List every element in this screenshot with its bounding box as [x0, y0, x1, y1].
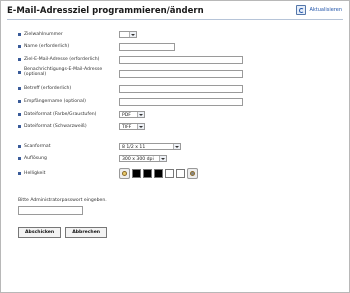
name-input[interactable] — [119, 43, 175, 51]
name-label: Name (erforderlich) — [24, 44, 70, 49]
bullet-icon — [18, 113, 21, 117]
ziel-email-input[interactable] — [119, 56, 243, 64]
admin-password-label: Bitte Administratorpasswort eingeben. — [18, 198, 107, 203]
zielwahlnummer-select[interactable] — [119, 31, 137, 38]
scanformat-label: Scanformat — [24, 144, 51, 149]
action-buttons: Abschicken Abbrechen — [18, 227, 108, 238]
betreff-input[interactable] — [119, 85, 243, 93]
empfaengername-input[interactable] — [119, 98, 243, 106]
brightness-level-1[interactable] — [132, 169, 141, 178]
brightness-increase-icon[interactable] — [187, 168, 198, 179]
bullet-icon — [18, 45, 21, 49]
brightness-decrease-icon[interactable] — [119, 168, 130, 179]
cancel-button[interactable]: Abbrechen — [65, 227, 108, 238]
helligkeit-label: Helligkeit — [24, 171, 46, 176]
benachrichtigungs-email-input[interactable] — [119, 70, 243, 78]
row-dateiformat-sw: Dateiformat (Schwarzweiß) — [18, 124, 121, 129]
row-empfaengername: Empfängername (optional) — [18, 99, 121, 104]
dateiformat-sw-label: Dateiformat (Schwarzweiß) — [24, 124, 87, 129]
bullet-icon — [18, 145, 21, 149]
bullet-icon — [18, 100, 21, 104]
row-scanformat: Scanformat — [18, 144, 121, 149]
brightness-level-5[interactable] — [176, 169, 185, 178]
dateiformat-farbe-select[interactable]: PDF — [119, 111, 145, 118]
row-ziel-email: Ziel-E-Mail-Adresse (erforderlich) — [18, 57, 121, 62]
dateiformat-sw-select[interactable]: TIFF — [119, 123, 145, 130]
chevron-down-icon — [129, 32, 136, 37]
row-name: Name (erforderlich) — [18, 44, 121, 49]
row-betreff: Betreff (erforderlich) — [18, 86, 121, 91]
brightness-level-4[interactable] — [165, 169, 174, 178]
dateiformat-farbe-label: Dateiformat (Farbe/Graustufen) — [24, 112, 97, 117]
brightness-level-2[interactable] — [143, 169, 152, 178]
row-aufloesung: Auflösung — [18, 156, 121, 161]
bullet-icon — [18, 58, 21, 62]
row-benachrichtigungs-email: Benachrichtigungs-E-Mail-Adresse (option… — [18, 67, 118, 77]
submit-button[interactable]: Abschicken — [18, 227, 62, 238]
chevron-down-icon — [137, 124, 144, 129]
bullet-icon — [18, 87, 21, 91]
refresh-label: Aktualisieren — [309, 7, 342, 13]
bullet-icon — [18, 172, 21, 176]
chevron-down-icon — [137, 112, 144, 117]
zielwahlnummer-label: Zielwahlnummer — [24, 32, 63, 37]
bullet-icon — [18, 33, 21, 37]
empfaengername-label: Empfängername (optional) — [24, 99, 86, 104]
row-dateiformat-farbe: Dateiformat (Farbe/Graustufen) — [18, 112, 121, 117]
page-container: E-Mail-Adressziel programmieren/ändern A… — [0, 0, 350, 293]
benachrichtigungs-email-label: Benachrichtigungs-E-Mail-Adresse (option… — [24, 67, 103, 78]
bullet-icon — [18, 125, 21, 129]
bullet-icon — [18, 70, 21, 74]
aufloesung-select[interactable]: 300 x 300 dpi — [119, 155, 167, 162]
page-title: E-Mail-Adressziel programmieren/ändern — [7, 6, 204, 16]
brightness-control — [119, 168, 198, 179]
row-zielwahlnummer: Zielwahlnummer — [18, 32, 121, 37]
refresh-icon — [296, 5, 307, 15]
betreff-label: Betreff (erforderlich) — [24, 86, 72, 91]
bullet-icon — [18, 157, 21, 161]
title-divider — [7, 19, 343, 20]
row-helligkeit: Helligkeit — [18, 171, 121, 176]
ziel-email-label: Ziel-E-Mail-Adresse (erforderlich) — [24, 57, 100, 62]
scanformat-select[interactable]: 8 1/2 x 11 — [119, 143, 181, 150]
refresh-link[interactable]: Aktualisieren — [296, 5, 342, 15]
admin-password-input[interactable] — [18, 206, 83, 215]
aufloesung-label: Auflösung — [24, 156, 47, 161]
brightness-level-3[interactable] — [154, 169, 163, 178]
chevron-down-icon — [159, 156, 166, 161]
chevron-down-icon — [173, 144, 180, 149]
